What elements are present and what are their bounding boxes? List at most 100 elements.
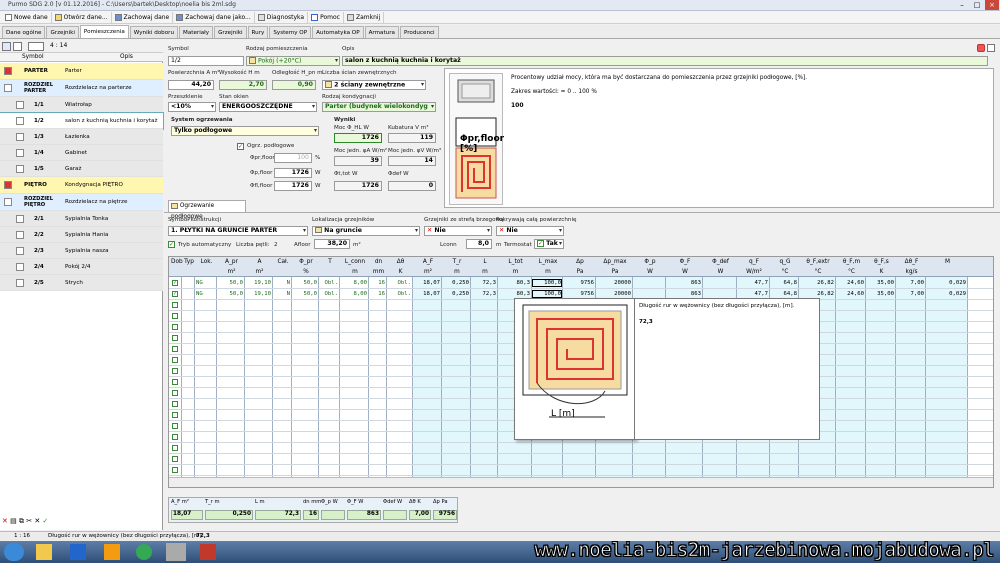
grid-header-cell[interactable]: θ_F,m	[838, 259, 865, 265]
tree-row[interactable]: 1/5 Garaż	[0, 161, 163, 177]
grid-cell[interactable]: NG	[196, 280, 215, 286]
filter-icon[interactable]: ▤	[10, 517, 17, 525]
grid-cell[interactable]: 7,00	[897, 280, 924, 286]
grid-cell[interactable]: 863	[667, 280, 701, 286]
horizontal-scrollbar[interactable]	[169, 477, 993, 487]
sort-dropdown[interactable]	[28, 42, 44, 51]
help-button[interactable]: Pomoc	[308, 11, 344, 23]
grid-cell[interactable]: 8,00	[341, 280, 367, 286]
row-select-checkbox[interactable]	[172, 335, 178, 341]
grid-header-cell[interactable]: L	[473, 259, 497, 265]
grid-cell[interactable]: 35,00	[867, 291, 894, 297]
grid-cell[interactable]: 16	[370, 280, 385, 286]
grid-header-cell[interactable]: Φ_pr	[294, 259, 318, 265]
grid-cell[interactable]: 863	[667, 291, 701, 297]
heating-system-select[interactable]: Tylko podłogowe	[171, 126, 319, 136]
open-data-button[interactable]: Otwórz dane...	[52, 11, 112, 23]
grid-cell[interactable]: 50,0	[293, 280, 317, 286]
grid-cell[interactable]: 18,07	[414, 291, 440, 297]
grid-cell[interactable]: 72,3	[472, 280, 496, 286]
grid-cell[interactable]: 9756	[564, 280, 594, 286]
panel-close-icon[interactable]	[987, 44, 995, 52]
grid-cell[interactable]: N	[274, 291, 290, 297]
row-select-checkbox[interactable]	[172, 412, 178, 418]
distance-field[interactable]: 0,90	[272, 80, 316, 90]
grid-cell[interactable]: 24,60	[837, 291, 864, 297]
tab-grzejniki-katalog[interactable]: Grzejniki	[214, 26, 247, 38]
save-as-button[interactable]: Zachowaj dane jako...	[173, 11, 255, 23]
height-field[interactable]: 2,70	[219, 80, 267, 90]
window-close-button[interactable]: ×	[985, 0, 999, 10]
grid-cell[interactable]: 47,7	[738, 291, 768, 297]
start-button[interactable]	[4, 543, 24, 561]
grid-cell[interactable]: Obl.	[320, 291, 338, 297]
row-select-checkbox[interactable]	[172, 467, 178, 473]
tree-row[interactable]: PIĘTRO Kondygnacja PIĘTRO	[0, 177, 163, 194]
save-button[interactable]: Zachowaj dane	[112, 11, 174, 23]
tree-row[interactable]: 1/4 Gabinet	[0, 145, 163, 161]
grid-cell[interactable]: 47,7	[738, 280, 768, 286]
grid-cell[interactable]: 0,029	[927, 291, 966, 297]
window-state-select[interactable]: ENERGOOSZCZĘDNE	[219, 102, 317, 112]
word-icon[interactable]	[70, 544, 86, 560]
chrome-icon[interactable]	[136, 544, 152, 560]
tab-armatura[interactable]: Armatura	[364, 26, 399, 38]
grid-header-cell[interactable]: Dob	[171, 259, 183, 265]
tab-dane-ogolne[interactable]: Dane ogólne	[2, 26, 46, 38]
grid-header-cell[interactable]: A_F	[415, 259, 441, 265]
grid-header-cell[interactable]: Φ_F	[668, 259, 702, 265]
row-select-checkbox[interactable]	[172, 434, 178, 440]
grid-header-cell[interactable]: A_pr	[219, 259, 244, 265]
new-data-button[interactable]: Nowe dane	[2, 11, 52, 23]
grid-cell[interactable]: NG	[196, 291, 215, 297]
row-select-checkbox[interactable]	[172, 390, 178, 396]
grid-cell[interactable]: 50,0	[218, 291, 243, 297]
grid-header-cell[interactable]: L_conn	[342, 259, 368, 265]
grid-header-cell[interactable]: A	[247, 259, 272, 265]
grid-header-cell[interactable]: Δθ	[389, 259, 412, 265]
storey-type-select[interactable]: Parter (budynek wielokondyg	[322, 102, 436, 112]
location-select[interactable]: Na gruncie	[312, 226, 420, 236]
grid-cell[interactable]: 26,82	[800, 291, 834, 297]
tree-row[interactable]: 2/2 Sypialnia Hania	[0, 227, 163, 243]
minimize-button[interactable]: –	[955, 0, 969, 10]
grid-header-cell[interactable]: T	[321, 259, 339, 265]
delete-icon[interactable]: ✕	[2, 517, 8, 525]
grid-cell[interactable]: 24,60	[837, 280, 864, 286]
tree-row[interactable]: 1/2 salon z kuchnią kuchnia i korytaż	[0, 112, 164, 130]
auto-mode-checkbox[interactable]: ✓	[168, 241, 175, 248]
tab-automatyka-op[interactable]: Automatyka OP	[312, 26, 364, 38]
row-select-checkbox[interactable]	[172, 357, 178, 363]
tree-row[interactable]: 2/1 Sypialnia Tonka	[0, 211, 163, 227]
grid-cell[interactable]: 0,029	[927, 280, 966, 286]
grid-header-cell[interactable]: T_r	[444, 259, 470, 265]
phi-pr-floor-field[interactable]: 100	[274, 153, 312, 163]
grid-cell[interactable]: 80,3	[499, 280, 530, 286]
row-select-checkbox[interactable]	[172, 423, 178, 429]
tree-row[interactable]: 2/5 Strych	[0, 275, 163, 291]
grid-cell[interactable]: 8,00	[341, 291, 367, 297]
area-field[interactable]: 44,20	[168, 80, 214, 90]
tab-wyniki-doboru[interactable]: Wyniki doboru	[129, 26, 178, 38]
glazing-select[interactable]: <10%	[168, 102, 216, 112]
tree-row[interactable]: 1/3 Łazienka	[0, 129, 163, 145]
edge-zone-select[interactable]: ✕ Nie	[424, 226, 492, 236]
thermostat-select[interactable]: ✓ Tak	[534, 239, 564, 249]
symbol-field[interactable]: 1/2	[168, 56, 244, 66]
grid-header-cell[interactable]: Lok.	[197, 259, 216, 265]
grid-header-cell[interactable]: dn	[371, 259, 386, 265]
grid-cell[interactable]: 100,0	[532, 290, 562, 298]
grid-cell[interactable]: 0,250	[443, 280, 469, 286]
lconn-field[interactable]: 8,0	[466, 239, 492, 249]
grid-cell[interactable]: 50,0	[293, 291, 317, 297]
grid-cell[interactable]: 64,8	[771, 280, 797, 286]
maximize-button[interactable]: □	[970, 0, 984, 10]
construction-select[interactable]: 1. PŁYTKI NA GRUNCIE PARTER	[168, 226, 308, 236]
tree-row[interactable]: 1/1 Wiatrołap	[0, 97, 163, 113]
grid-cell[interactable]: 19,10	[246, 280, 271, 286]
grid-header-cell[interactable]: θ_F,extr	[801, 259, 835, 265]
grid-header-cell[interactable]: L_max	[534, 259, 562, 265]
explorer-icon[interactable]	[36, 544, 52, 560]
tab-pomieszczenia[interactable]: Pomieszczenia	[79, 25, 129, 38]
row-select-checkbox[interactable]	[172, 324, 178, 330]
